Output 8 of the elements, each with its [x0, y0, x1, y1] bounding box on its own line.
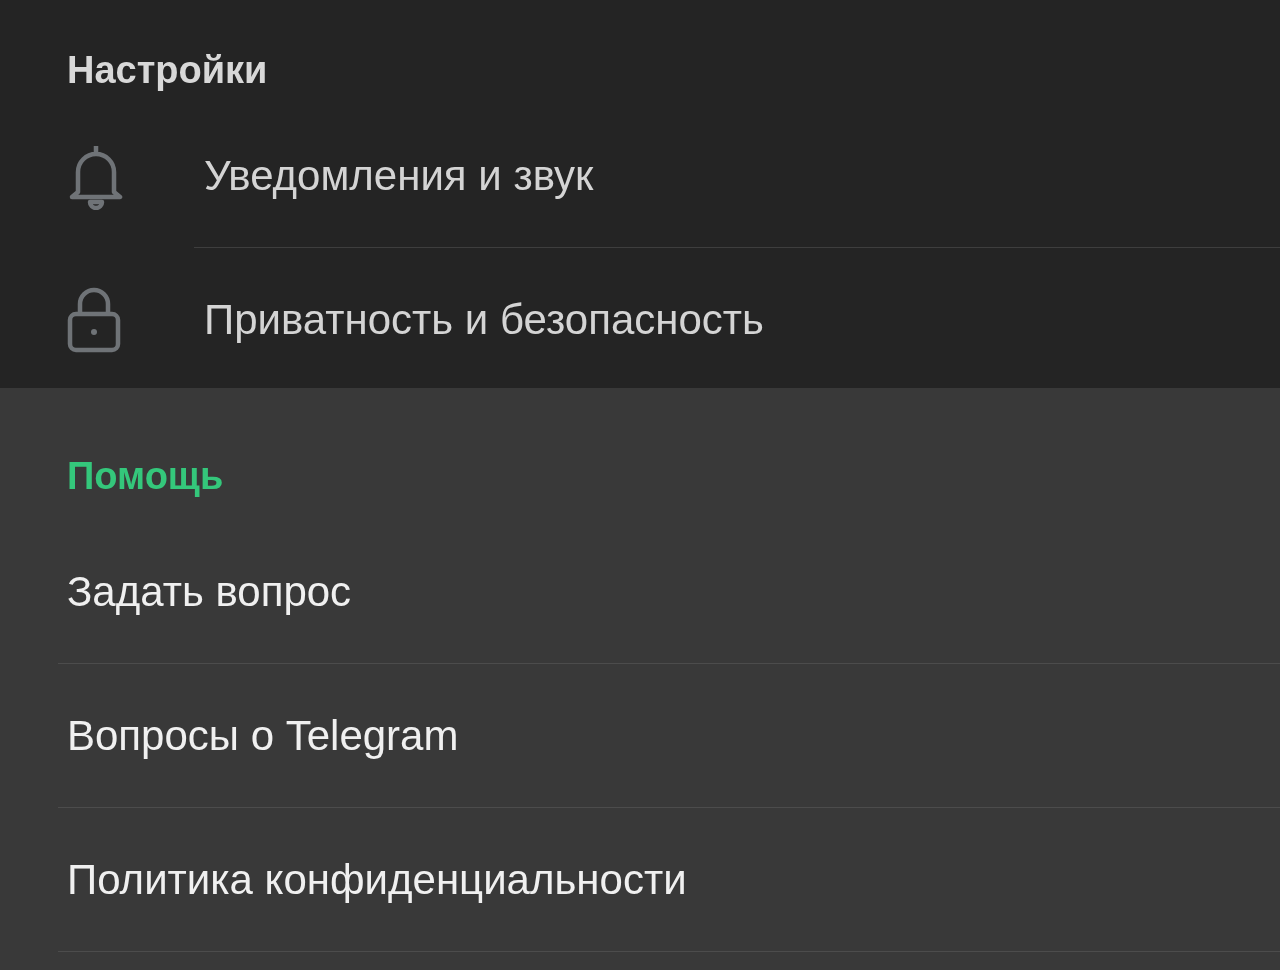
- settings-item[interactable]: Приватность и безопасность: [0, 248, 1280, 391]
- section-title: Помощь: [66, 454, 225, 498]
- settings-item[interactable]: Уведомления и звук: [0, 104, 1280, 247]
- help-item[interactable]: Политика конфиденциальности: [0, 808, 1280, 951]
- help-item[interactable]: Задать вопрос: [0, 520, 1280, 663]
- lock-icon: [66, 285, 122, 354]
- help-item[interactable]: Вопросы о Telegram: [0, 664, 1280, 807]
- section-title: Настройки: [66, 48, 269, 92]
